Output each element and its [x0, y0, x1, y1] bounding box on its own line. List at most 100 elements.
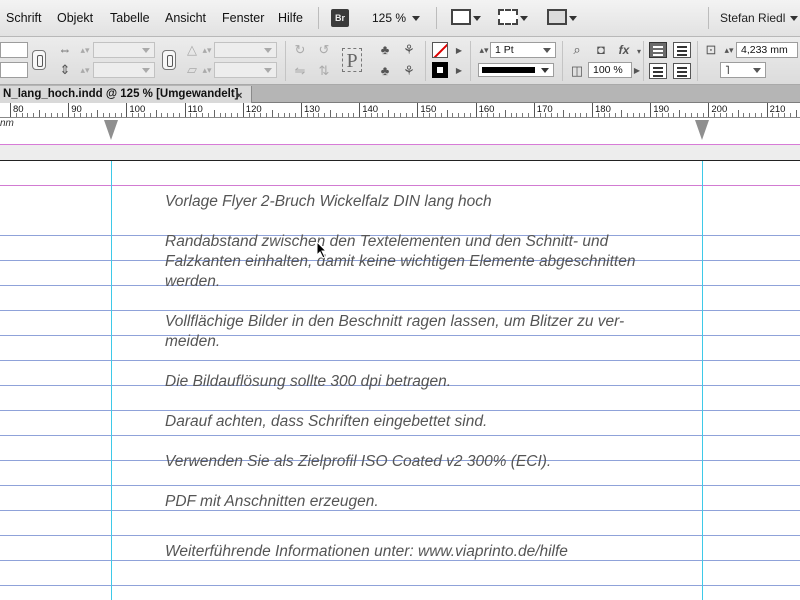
rotate-cw-icon[interactable]: ↻ — [293, 43, 307, 57]
zoom-level[interactable]: 125 % — [372, 11, 406, 25]
text-line[interactable]: Falzkanten einhalten, damit keine wichti… — [165, 253, 635, 271]
rotate-field[interactable] — [214, 42, 277, 58]
menu-schrift[interactable]: Schrift — [6, 11, 41, 25]
baseline-grid-line — [0, 360, 800, 361]
baseline-grid-line — [0, 285, 800, 286]
bridge-button[interactable]: Br — [331, 9, 349, 27]
ruler-major-tick — [184, 103, 186, 117]
control-separator — [562, 41, 563, 81]
horizontal-ruler[interactable]: 80 90 100 110 120 130 140 150 160 170 180 190 200 210 — [0, 103, 800, 118]
rotate-stepper[interactable]: ▴▾ — [200, 43, 214, 57]
text-line[interactable]: Die Bildauflösung sollte 300 dpi betrage… — [165, 373, 451, 391]
ruler-minor-tick — [388, 110, 390, 117]
column-gutter-field[interactable]: 4,233 mm — [736, 42, 798, 58]
margin-guide — [0, 185, 800, 186]
document-tab-title: N_lang_hoch.indd @ 125 % [Umgewandelt] — [3, 88, 239, 100]
constrain-scale-icon[interactable] — [162, 50, 176, 70]
control-separator — [643, 41, 644, 81]
select-previous-icon[interactable]: ⚘ — [402, 43, 416, 57]
menu-ansicht[interactable]: Ansicht — [165, 11, 206, 25]
fill-none-swatch[interactable] — [432, 42, 448, 58]
text-line-title[interactable]: Vorlage Flyer 2-Bruch Wickelfalz DIN lan… — [165, 193, 492, 211]
user-dropdown-icon[interactable] — [790, 16, 798, 21]
corner-shape-icon: ˥ — [725, 63, 730, 77]
text-line[interactable]: meiden. — [165, 333, 220, 351]
close-tab-icon[interactable]: × — [236, 88, 242, 104]
stroke-weight-stepper[interactable]: ▴▾ — [477, 43, 491, 57]
ruler-minor-tick — [679, 110, 681, 117]
effects-fx-icon[interactable]: fx — [617, 43, 631, 57]
rotate-ccw-icon[interactable]: ↺ — [317, 43, 331, 57]
baseline-grid-line — [0, 435, 800, 436]
corner-options-dropdown[interactable]: ˥ — [720, 62, 766, 78]
ruler-minor-tick — [97, 110, 99, 117]
text-line[interactable]: Vollflächige Bilder in den Beschnitt rag… — [165, 313, 624, 331]
baseline-grid-line — [0, 485, 800, 486]
stroke-type-dropdown[interactable] — [478, 63, 554, 77]
stroke-weight-field[interactable]: 1 Pt — [490, 42, 556, 58]
select-next-icon[interactable]: ⚘ — [402, 64, 416, 78]
opacity-dropdown-icon[interactable]: ▶ — [630, 64, 644, 78]
shear-icon: ▱ — [187, 62, 197, 77]
x-position-field[interactable] — [0, 42, 28, 58]
ruler-minor-tick — [446, 110, 448, 117]
text-line[interactable]: Darauf achten, dass Schriften eingebette… — [165, 413, 487, 431]
paragraph-reference-icon[interactable]: P — [342, 48, 362, 72]
drop-shadow-icon[interactable]: ◘ — [594, 43, 608, 57]
zoom-dropdown-icon[interactable] — [412, 16, 420, 21]
select-container-icon[interactable]: ♣ — [378, 43, 392, 57]
text-line[interactable]: PDF mit Anschnitten erzeugen. — [165, 493, 379, 511]
left-indent-marker[interactable] — [104, 120, 118, 140]
stroke-swatch-dropdown-icon[interactable]: ▶ — [452, 64, 466, 78]
document-tab[interactable]: N_lang_hoch.indd @ 125 % [Umgewandelt] × — [0, 86, 252, 103]
baseline-grid-line — [0, 335, 800, 336]
ruler-major-tick — [475, 103, 477, 117]
document-page[interactable]: Vorlage Flyer 2-Bruch Wickelfalz DIN lan… — [0, 161, 800, 600]
menu-tabelle[interactable]: Tabelle — [110, 11, 150, 25]
right-indent-marker[interactable] — [695, 120, 709, 140]
menu-fenster[interactable]: Fenster — [222, 11, 264, 25]
ruler-major-tick — [650, 103, 652, 117]
user-name[interactable]: Stefan Riedl — [720, 11, 785, 25]
ruler-major-tick — [592, 103, 593, 117]
text-line[interactable]: Randabstand zwischen den Textelementen u… — [165, 233, 608, 251]
shear-field[interactable] — [214, 62, 277, 78]
text-wrap-shape-button[interactable] — [649, 63, 667, 79]
scale-y-stepper[interactable]: ▴▾ — [78, 63, 92, 77]
ruler-major-tick — [10, 103, 11, 117]
flip-horizontal-icon[interactable]: ⇋ — [293, 64, 307, 78]
scale-x-field[interactable] — [93, 42, 155, 58]
ruler-major-tick — [126, 103, 128, 117]
ruler-minor-tick — [330, 110, 332, 117]
text-line[interactable]: Verwenden Sie als Zielprofil ISO Coated … — [165, 453, 551, 471]
shear-stepper[interactable]: ▴▾ — [200, 63, 214, 77]
select-content-icon[interactable]: ♣ — [378, 64, 392, 78]
scale-x-icon: ⇔ — [58, 42, 72, 57]
text-line[interactable]: Weiterführende Informationen unter: www.… — [165, 543, 568, 561]
opacity-field[interactable]: 100 % — [588, 62, 632, 78]
text-wrap-jump-button[interactable] — [673, 63, 691, 79]
screen-mode-dropdown-icon[interactable] — [520, 16, 528, 21]
scale-x-stepper[interactable]: ▴▾ — [78, 43, 92, 57]
column-gutter-stepper[interactable]: ▴▾ — [722, 43, 736, 57]
constrain-proportions-icon[interactable] — [32, 50, 46, 70]
y-position-field[interactable] — [0, 62, 28, 78]
view-options-dropdown-icon[interactable] — [473, 16, 481, 21]
text-line[interactable]: werden. — [165, 273, 220, 291]
arrange-documents-dropdown-icon[interactable] — [569, 16, 577, 21]
ruler-minor-tick — [621, 110, 623, 117]
screen-mode-icon[interactable] — [498, 9, 518, 25]
ruler-major-tick — [766, 103, 768, 117]
ruler-unit-row: nm — [0, 118, 800, 144]
fill-swatch-dropdown-icon[interactable]: ▶ — [452, 44, 466, 58]
text-wrap-none-button[interactable] — [649, 42, 667, 58]
view-options-icon[interactable] — [451, 9, 471, 25]
scale-y-field[interactable] — [93, 62, 155, 78]
menu-hilfe[interactable]: Hilfe — [278, 11, 303, 25]
arrange-documents-icon[interactable] — [547, 9, 567, 25]
effects-zoom-icon[interactable]: ⌕ — [570, 43, 584, 57]
stroke-black-swatch[interactable] — [432, 62, 448, 78]
text-wrap-bbox-button[interactable] — [673, 42, 691, 58]
flip-vertical-icon[interactable]: ⇅ — [317, 64, 331, 78]
menu-objekt[interactable]: Objekt — [57, 11, 93, 25]
